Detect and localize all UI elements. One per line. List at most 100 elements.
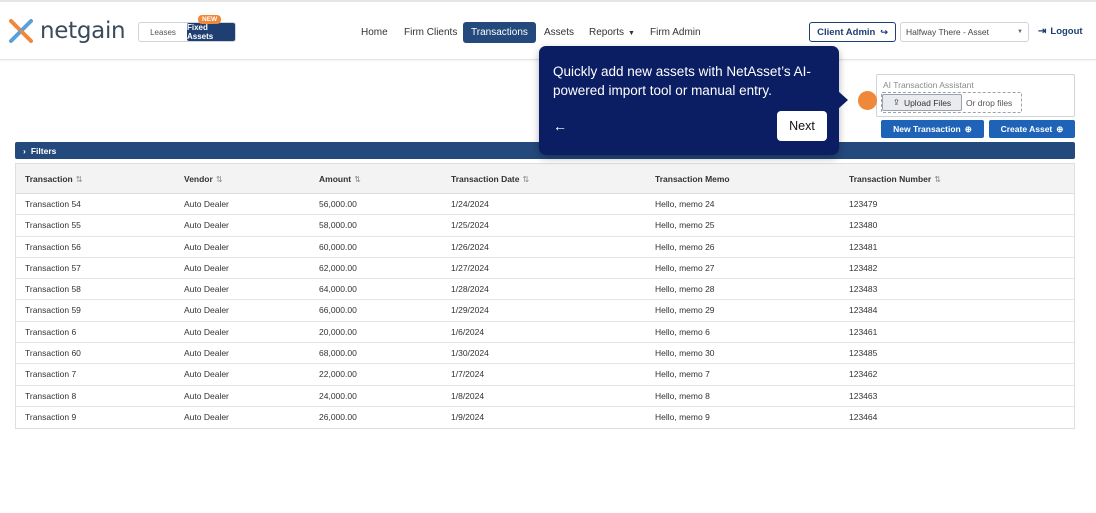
redirect-arrow-icon: ↪ [880, 26, 888, 37]
back-arrow-icon[interactable]: ← [553, 118, 567, 134]
table-row[interactable]: Transaction 58 Auto Dealer 64,000.00 1/28/2… [16, 279, 1074, 301]
fixed-assets-toggle[interactable]: Fixed Assets [187, 23, 235, 41]
leases-toggle[interactable]: Leases [139, 23, 187, 41]
column-header-transaction-number[interactable]: Transaction Number ⇅ [849, 164, 941, 194]
cell-number: 123481 [849, 241, 878, 252]
cell-date: 1/25/2024 [451, 220, 489, 231]
cell-transaction: Transaction 9 [25, 411, 77, 422]
cell-memo: Hello, memo 29 [655, 305, 715, 316]
cell-amount: 62,000.00 [319, 262, 357, 273]
client-select[interactable]: Halfway There - Asset ▼ [900, 22, 1029, 42]
filters-label: Filters [30, 145, 57, 156]
cell-date: 1/24/2024 [451, 199, 489, 209]
cell-memo: Hello, memo 24 [655, 199, 715, 209]
client-admin-button[interactable]: Client Admin ↪ [809, 22, 896, 42]
cell-vendor: Auto Dealer [184, 369, 229, 380]
nav-reports[interactable]: Reports ▼ [589, 22, 635, 43]
table-header: Transaction ⇅ Vendor ⇅ Amount ⇅ Transaction… [16, 164, 1074, 194]
cell-amount: 20,000.00 [319, 326, 357, 337]
cell-transaction: Transaction 7 [25, 369, 77, 380]
cell-vendor: Auto Dealer [184, 241, 229, 252]
cell-amount: 66,000.00 [319, 305, 357, 316]
table-body: Transaction 54 Auto Dealer 56,000.00 1/24/2… [16, 194, 1074, 428]
upload-files-label: Upload Files [903, 97, 952, 108]
nav-assets[interactable]: Assets [544, 22, 574, 43]
cell-number: 123480 [849, 220, 878, 231]
cell-transaction: Transaction 60 [25, 348, 81, 359]
ai-transaction-assistant: AI Transaction Assistant ⇪ Upload Files … [876, 74, 1075, 117]
logout-label: Logout [1050, 26, 1083, 37]
column-label: Transaction [25, 174, 73, 184]
cell-amount: 64,000.00 [319, 284, 357, 295]
plus-circle-icon: ⊕ [964, 123, 972, 134]
nav-transactions[interactable]: Transactions [463, 22, 536, 43]
table-row[interactable]: Transaction 57 Auto Dealer 62,000.00 1/27/2… [16, 258, 1074, 280]
cell-transaction: Transaction 55 [25, 220, 81, 231]
cell-date: 1/9/2024 [451, 411, 485, 422]
cell-date: 1/27/2024 [451, 262, 489, 273]
column-header-transaction-memo[interactable]: Transaction Memo [655, 164, 730, 194]
column-label: Transaction Number [849, 174, 932, 184]
tour-beacon[interactable] [858, 91, 877, 110]
cell-memo: Hello, memo 8 [655, 390, 710, 401]
column-header-vendor[interactable]: Vendor ⇅ [184, 164, 223, 194]
chevron-right-icon: › [23, 145, 26, 156]
table-row[interactable]: Transaction 9 Auto Dealer 26,000.00 1/9/202… [16, 407, 1074, 428]
cell-transaction: Transaction 58 [25, 284, 81, 295]
table-row[interactable]: Transaction 8 Auto Dealer 24,000.00 1/8/202… [16, 386, 1074, 407]
logout-icon: ⇥ [1038, 26, 1047, 37]
cell-memo: Hello, memo 6 [655, 326, 710, 337]
column-label: Transaction Date [451, 174, 520, 184]
column-header-transaction[interactable]: Transaction ⇅ [25, 164, 82, 194]
client-select-value: Halfway There - Asset [906, 27, 989, 37]
table-row[interactable]: Transaction 6 Auto Dealer 20,000.00 1/6/202… [16, 322, 1074, 344]
cell-number: 123483 [849, 284, 878, 295]
logo-text: netgain [40, 18, 126, 44]
drop-files-text: Or drop files [966, 98, 1013, 108]
column-label: Vendor [184, 174, 213, 184]
onboarding-tooltip: Quickly add new assets with NetAsset’s A… [539, 46, 848, 155]
cell-amount: 26,000.00 [319, 411, 357, 422]
column-header-amount[interactable]: Amount ⇅ [319, 164, 361, 194]
cell-vendor: Auto Dealer [184, 390, 229, 401]
client-admin-label: Client Admin [817, 26, 876, 38]
cell-vendor: Auto Dealer [184, 199, 229, 209]
dropdown-arrow-icon: ▼ [1017, 29, 1023, 35]
cell-memo: Hello, memo 28 [655, 284, 715, 295]
next-button[interactable]: Next [777, 111, 827, 141]
column-label: Transaction Memo [655, 174, 730, 184]
cell-date: 1/29/2024 [451, 305, 489, 316]
cell-amount: 68,000.00 [319, 348, 357, 359]
cell-memo: Hello, memo 30 [655, 348, 715, 359]
new-transaction-button[interactable]: New Transaction ⊕ [881, 120, 984, 138]
sort-icon: ⇅ [934, 175, 941, 184]
upload-files-button[interactable]: ⇪ Upload Files [882, 94, 962, 111]
cell-number: 123485 [849, 348, 878, 359]
new-badge: NEW [198, 15, 222, 24]
cell-transaction: Transaction 56 [25, 241, 81, 252]
logout-link[interactable]: ⇥ Logout [1038, 26, 1083, 37]
sort-icon: ⇅ [215, 175, 223, 184]
cell-date: 1/28/2024 [451, 284, 489, 295]
nav-firm-clients[interactable]: Firm Clients [404, 22, 457, 43]
table-row[interactable]: Transaction 59 Auto Dealer 66,000.00 1/29/2… [16, 300, 1074, 322]
netgain-logo[interactable]: netgain [8, 17, 126, 45]
cell-vendor: Auto Dealer [184, 220, 229, 231]
plus-circle-icon: ⊕ [1056, 123, 1064, 134]
create-asset-button[interactable]: Create Asset ⊕ [989, 120, 1075, 138]
table-row[interactable]: Transaction 7 Auto Dealer 22,000.00 1/7/202… [16, 364, 1074, 386]
table-row[interactable]: Transaction 55 Auto Dealer 58,000.00 1/25/2… [16, 215, 1074, 237]
cell-memo: Hello, memo 26 [655, 241, 715, 252]
cell-amount: 60,000.00 [319, 241, 357, 252]
table-row[interactable]: Transaction 54 Auto Dealer 56,000.00 1/24/2… [16, 194, 1074, 216]
nav-home[interactable]: Home [361, 22, 388, 43]
cell-transaction: Transaction 54 [25, 199, 81, 209]
cell-date: 1/8/2024 [451, 390, 485, 401]
cell-number: 123462 [849, 369, 878, 380]
column-header-transaction-date[interactable]: Transaction Date ⇅ [451, 164, 529, 194]
cell-memo: Hello, memo 27 [655, 262, 715, 273]
table-row[interactable]: Transaction 56 Auto Dealer 60,000.00 1/26/2… [16, 237, 1074, 258]
table-row[interactable]: Transaction 60 Auto Dealer 68,000.00 1/30/2… [16, 343, 1074, 365]
nav-firm-admin[interactable]: Firm Admin [650, 22, 701, 43]
cell-memo: Hello, memo 7 [655, 369, 710, 380]
